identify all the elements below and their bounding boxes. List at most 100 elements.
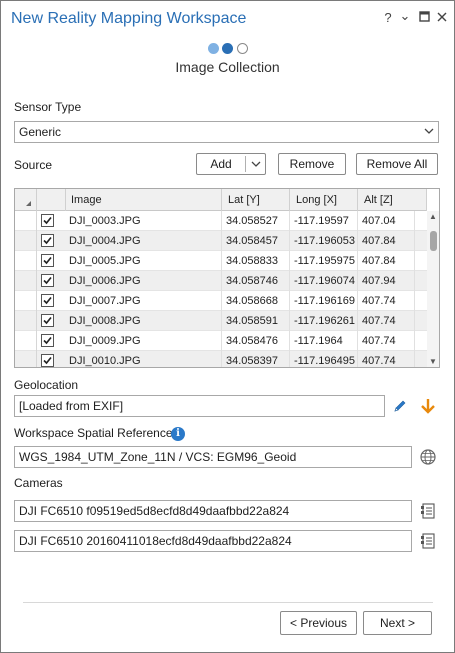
cell-image: DJI_0010.JPG — [65, 351, 222, 367]
options-chevron-icon[interactable]: ⌄ — [398, 9, 412, 23]
arrow-down-icon[interactable] — [419, 397, 437, 415]
properties-icon[interactable] — [420, 502, 436, 520]
cell-alt: 407.04 — [358, 211, 415, 231]
spatial-reference-field[interactable]: WGS_1984_UTM_Zone_11N / VCS: EGM96_Geoid — [14, 446, 412, 468]
split-divider — [245, 156, 246, 172]
camera-field-2[interactable]: DJI FC6510 20160411018ecfd8d49daafbbd22a… — [14, 530, 412, 552]
sensor-type-label: Sensor Type — [14, 100, 82, 114]
wizard-progress — [208, 43, 252, 55]
step-dot-3 — [237, 43, 248, 54]
scroll-down-arrow-icon[interactable]: ▼ — [427, 357, 439, 366]
row-checkbox[interactable] — [41, 334, 54, 347]
row-checkbox[interactable] — [41, 214, 54, 227]
sensor-type-dropdown[interactable]: Generic — [14, 121, 439, 143]
row-checkbox[interactable] — [41, 234, 54, 247]
cell-lat: 34.058591 — [222, 311, 290, 331]
close-button[interactable] — [435, 11, 449, 25]
column-header-long[interactable]: Long [X] — [290, 189, 358, 211]
restore-icon — [418, 11, 430, 22]
column-header-lat[interactable]: Lat [Y] — [222, 189, 290, 211]
column-header-alt[interactable]: Alt [Z] — [358, 189, 427, 211]
cell-lat: 34.058397 — [222, 351, 290, 367]
next-button[interactable]: Next > — [363, 611, 432, 635]
add-button[interactable]: Add — [196, 153, 266, 175]
row-selector[interactable] — [15, 311, 37, 331]
window-title: New Reality Mapping Workspace — [11, 10, 247, 27]
scroll-thumb[interactable] — [430, 231, 437, 251]
table-row[interactable]: DJI_0009.JPG 34.058476 -117.1964 407.74 — [15, 331, 427, 351]
spatial-reference-label: Workspace Spatial Reference — [14, 426, 173, 440]
table-header: Image Lat [Y] Long [X] Alt [Z] — [15, 189, 427, 211]
row-selector[interactable] — [15, 251, 37, 271]
cell-lat: 34.058746 — [222, 271, 290, 291]
chevron-down-icon — [424, 124, 434, 141]
restore-button[interactable] — [417, 11, 431, 25]
sensor-type-value: Generic — [19, 125, 62, 139]
cell-long: -117.196074 — [290, 271, 358, 291]
cell-alt: 407.74 — [358, 331, 415, 351]
step-dot-2-current — [222, 43, 233, 54]
cell-alt: 407.84 — [358, 231, 415, 251]
cell-image: DJI_0005.JPG — [65, 251, 222, 271]
table-row[interactable]: DJI_0006.JPG 34.058746 -117.196074 407.9… — [15, 271, 427, 291]
cell-lat: 34.058833 — [222, 251, 290, 271]
cell-alt: 407.74 — [358, 351, 415, 367]
step-title: Image Collection — [175, 59, 280, 75]
remove-all-button[interactable]: Remove All — [356, 153, 438, 175]
cameras-label: Cameras — [14, 476, 63, 490]
cell-long: -117.196495 — [290, 351, 358, 367]
pencil-icon[interactable] — [392, 398, 408, 414]
cell-lat: 34.058668 — [222, 291, 290, 311]
column-header-image[interactable]: Image — [65, 189, 222, 211]
cell-image: DJI_0006.JPG — [65, 271, 222, 291]
cell-alt: 407.84 — [358, 251, 415, 271]
info-icon[interactable]: i — [171, 427, 185, 441]
geolocation-label: Geolocation — [14, 378, 79, 392]
geolocation-field[interactable]: [Loaded from EXIF] — [14, 395, 385, 417]
table-row[interactable]: DJI_0004.JPG 34.058457 -117.196053 407.8… — [15, 231, 427, 251]
image-table: Image Lat [Y] Long [X] Alt [Z] DJI_0003.… — [14, 188, 440, 368]
row-selector[interactable] — [15, 211, 37, 231]
row-selector[interactable] — [15, 331, 37, 351]
add-button-label: Add — [210, 157, 232, 171]
row-checkbox[interactable] — [41, 294, 54, 307]
cell-alt: 407.74 — [358, 291, 415, 311]
cell-long: -117.196169 — [290, 291, 358, 311]
source-label: Source — [14, 158, 53, 172]
row-checkbox[interactable] — [41, 274, 54, 287]
row-selector[interactable] — [15, 271, 37, 291]
globe-icon[interactable] — [419, 448, 437, 466]
table-row[interactable]: DJI_0007.JPG 34.058668 -117.196169 407.7… — [15, 291, 427, 311]
table-row[interactable]: DJI_0010.JPG 34.058397 -117.196495 407.7… — [15, 351, 427, 367]
table-row[interactable]: DJI_0003.JPG 34.058527 -117.19597 407.04 — [15, 211, 427, 231]
row-checkbox[interactable] — [41, 254, 54, 267]
help-button[interactable]: ? — [381, 11, 395, 25]
row-checkbox[interactable] — [41, 354, 54, 367]
cell-long: -117.19597 — [290, 211, 358, 231]
cell-long: -117.196053 — [290, 231, 358, 251]
camera-field-1[interactable]: DJI FC6510 f09519ed5d8ecfd8d49daafbbd22a… — [14, 500, 412, 522]
select-all-corner[interactable] — [15, 189, 37, 211]
row-selector[interactable] — [15, 351, 37, 367]
add-dropdown-chevron-icon[interactable] — [248, 154, 264, 180]
remove-button[interactable]: Remove — [278, 153, 346, 175]
footer-divider — [23, 602, 433, 603]
cell-lat: 34.058527 — [222, 211, 290, 231]
row-selector[interactable] — [15, 291, 37, 311]
step-dot-1 — [208, 43, 219, 54]
cell-image: DJI_0004.JPG — [65, 231, 222, 251]
properties-icon[interactable] — [420, 532, 436, 550]
cell-image: DJI_0009.JPG — [65, 331, 222, 351]
table-row[interactable]: DJI_0008.JPG 34.058591 -117.196261 407.7… — [15, 311, 427, 331]
row-checkbox[interactable] — [41, 314, 54, 327]
previous-button[interactable]: < Previous — [280, 611, 357, 635]
table-row[interactable]: DJI_0005.JPG 34.058833 -117.195975 407.8… — [15, 251, 427, 271]
table-vertical-scrollbar[interactable]: ▲ ▼ — [427, 211, 439, 367]
scroll-up-arrow-icon[interactable]: ▲ — [427, 212, 439, 221]
cell-long: -117.195975 — [290, 251, 358, 271]
row-selector[interactable] — [15, 231, 37, 251]
cell-image: DJI_0008.JPG — [65, 311, 222, 331]
cell-image: DJI_0007.JPG — [65, 291, 222, 311]
cell-alt: 407.94 — [358, 271, 415, 291]
cell-lat: 34.058457 — [222, 231, 290, 251]
